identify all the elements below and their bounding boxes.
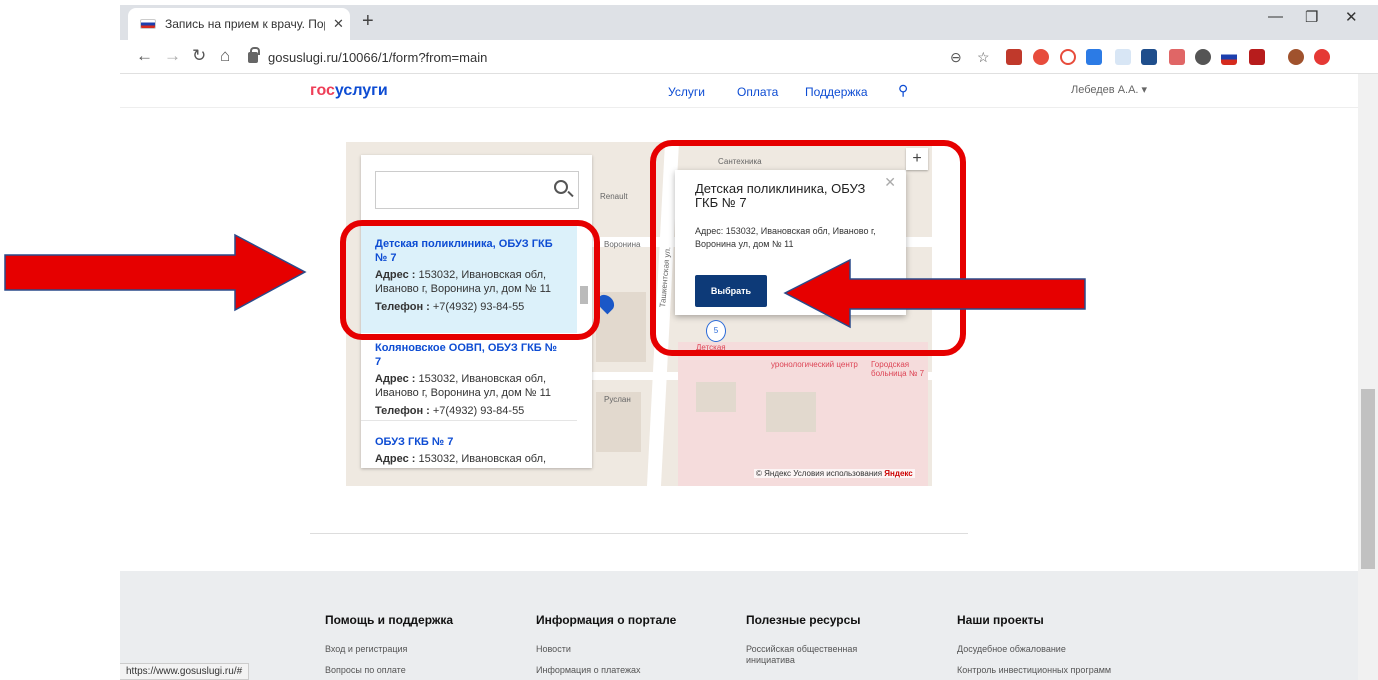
map-label: Руслан xyxy=(604,395,631,404)
list-item[interactable]: ОБУЗ ГКБ № 7 Адрес : 153032, Ивановская … xyxy=(361,435,577,468)
reload-icon[interactable]: ↻ xyxy=(192,46,206,66)
extension-icon[interactable] xyxy=(1033,49,1049,65)
map-label: уронологический центр xyxy=(771,360,858,369)
forward-icon[interactable]: → xyxy=(164,46,181,66)
user-menu[interactable]: Лебедев А.А. ▾ xyxy=(1071,83,1147,96)
star-icon[interactable]: ☆ xyxy=(977,49,990,66)
arrow-left-icon xyxy=(783,258,1086,329)
item-address: Адрес : 153032, Ивановская обл, xyxy=(375,453,547,465)
search-input[interactable] xyxy=(375,171,579,209)
map-building xyxy=(696,382,736,412)
footer-link[interactable]: Российская общественная инициатива xyxy=(746,644,896,666)
map-label: Воронина xyxy=(604,240,641,249)
extension-icon[interactable] xyxy=(1060,49,1076,65)
highlight-box xyxy=(340,220,600,340)
search-icon[interactable] xyxy=(554,180,568,194)
extension-icon[interactable] xyxy=(1314,49,1330,65)
home-icon[interactable]: ⌂ xyxy=(220,46,230,66)
map-building xyxy=(766,392,816,432)
tab-title: Запись на прием к врачу. Порт xyxy=(165,17,325,31)
extension-icon[interactable] xyxy=(1006,49,1022,65)
footer-col-resources: Полезные ресурсы Российская общественная… xyxy=(746,613,896,676)
back-icon[interactable]: ← xyxy=(136,46,153,66)
logo-part-uslugi: услуги xyxy=(334,82,388,99)
restore-icon[interactable]: ❐ xyxy=(1305,8,1318,26)
logo[interactable]: госуслуги xyxy=(310,82,388,100)
footer-col-projects: Наши проекты Досудебное обжалование Конт… xyxy=(957,613,1187,680)
nav-payment[interactable]: Оплата xyxy=(737,85,778,99)
browser-tabbar: Запись на прием к врачу. Порт ✕ + — ❐ ✕ xyxy=(0,0,1378,40)
map-label: Renault xyxy=(600,192,628,201)
zoom-icon[interactable]: ⊖ xyxy=(950,49,962,66)
footer-link[interactable]: Вопросы по оплате xyxy=(325,665,515,676)
divider xyxy=(310,533,968,534)
footer-link[interactable]: Новости xyxy=(536,644,726,655)
footer-col-info: Информация о портале Новости Информация … xyxy=(536,613,726,680)
page-scrollbar-thumb[interactable] xyxy=(1361,389,1375,569)
footer-heading: Полезные ресурсы xyxy=(746,613,861,627)
browser-toolbar: ← → ↻ ⌂ gosuslugi.ru/10066/1/form?from=m… xyxy=(120,40,1378,74)
minimize-icon[interactable]: — xyxy=(1268,8,1283,25)
browser-tab[interactable]: Запись на прием к врачу. Порт ✕ xyxy=(128,8,350,40)
url-text: gosuslugi.ru/10066/1/form?from=main xyxy=(268,49,488,65)
map-label: Городская больница № 7 xyxy=(871,360,925,378)
footer-link[interactable]: Контроль инвестиционных программ xyxy=(957,665,1187,676)
flag-icon xyxy=(140,19,156,29)
item-title: Коляновское ООВП, ОБУЗ ГКБ № 7 xyxy=(375,342,558,368)
footer: Помощь и поддержка Вход и регистрация Во… xyxy=(120,571,1358,680)
extension-icon[interactable] xyxy=(1169,49,1185,65)
footer-link[interactable]: Досудебное обжалование xyxy=(957,644,1187,655)
map-copyright: © Яндекс Условия использования Яндекс xyxy=(754,469,915,478)
extension-icon[interactable] xyxy=(1115,49,1131,65)
status-url: https://www.gosuslugi.ru/# xyxy=(120,663,250,680)
window-close-icon[interactable]: ✕ xyxy=(1345,8,1358,26)
list-item[interactable]: Коляновское ООВП, ОБУЗ ГКБ № 7 Адрес : 1… xyxy=(361,341,577,421)
arrow-right-icon xyxy=(4,233,307,312)
extension-icon[interactable] xyxy=(1221,49,1237,65)
nav-support[interactable]: Поддержка xyxy=(805,85,868,99)
site-header: госуслуги Услуги Оплата Поддержка ⚲ Лебе… xyxy=(120,74,1358,108)
item-address: Адрес : 153032, Ивановская обл, Иваново … xyxy=(375,373,551,399)
search-icon[interactable]: ⚲ xyxy=(898,82,908,99)
lock-icon xyxy=(248,46,260,63)
footer-heading: Информация о портале xyxy=(536,613,677,627)
nav-services[interactable]: Услуги xyxy=(668,85,705,99)
item-title: ОБУЗ ГКБ № 7 xyxy=(375,436,454,448)
extension-icon[interactable] xyxy=(1086,49,1102,65)
close-icon[interactable]: ✕ xyxy=(333,16,344,32)
extension-icon[interactable] xyxy=(1195,49,1211,65)
item-phone: Телефон : +7(4932) 93-84-55 xyxy=(375,405,525,417)
footer-link[interactable]: Информация о платежах xyxy=(536,665,726,676)
page-scrollbar[interactable] xyxy=(1358,74,1378,680)
extension-icon[interactable] xyxy=(1141,49,1157,65)
footer-heading: Помощь и поддержка xyxy=(325,613,454,627)
new-tab-icon[interactable]: + xyxy=(362,10,374,33)
footer-heading: Наши проекты xyxy=(957,613,1044,627)
footer-col-help: Помощь и поддержка Вход и регистрация Во… xyxy=(325,613,515,680)
avatar[interactable] xyxy=(1288,49,1304,65)
address-bar[interactable]: gosuslugi.ru/10066/1/form?from=main xyxy=(248,44,1103,70)
logo-part-gos: гос xyxy=(310,82,335,99)
extension-icon[interactable] xyxy=(1249,49,1265,65)
footer-link[interactable]: Вход и регистрация xyxy=(325,644,515,655)
